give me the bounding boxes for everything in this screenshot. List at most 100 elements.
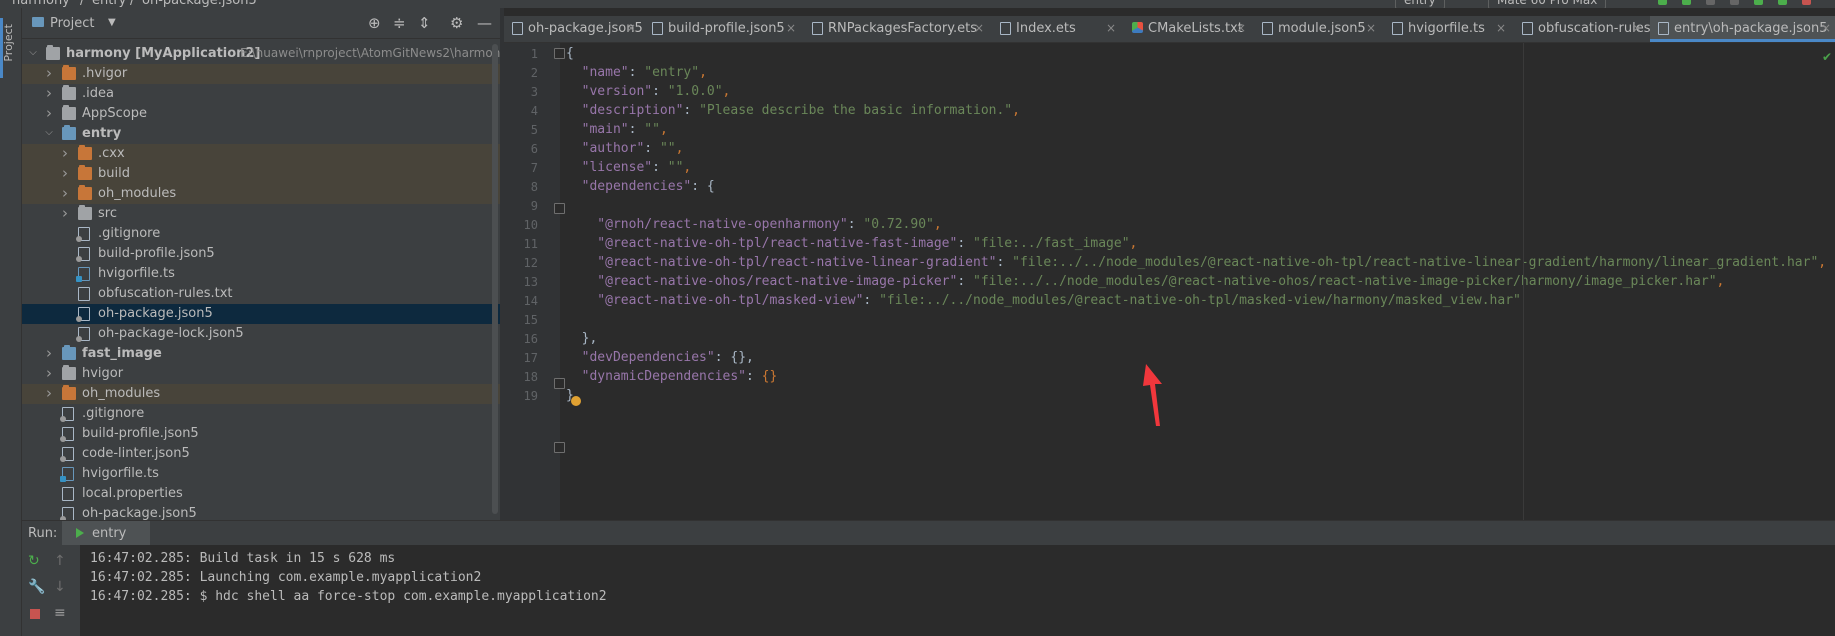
fold-marker-icon[interactable] (554, 203, 565, 214)
scroll-up-icon[interactable]: ↑ (54, 553, 66, 569)
target-icon[interactable]: ⊕ (368, 14, 381, 32)
close-tab-icon[interactable]: × (1632, 21, 1642, 35)
tree-item[interactable]: local.properties (22, 484, 500, 504)
editor-tab[interactable]: CMakeLists.txt × (1124, 16, 1250, 42)
line-number: 15 (523, 313, 538, 327)
tree-item[interactable]: › .idea (22, 84, 500, 104)
editor-tab[interactable]: entry\oh-package.json5 × (1650, 16, 1835, 42)
tree-item[interactable]: ⌵ harmony [MyApplication2] E:\huawei\rnpro… (22, 44, 500, 64)
editor-tab[interactable]: oh-package.json5 × (504, 16, 643, 42)
breadcrumb-file[interactable]: oh-package.json5 (142, 0, 257, 8)
code-token: "file:../../node_modules/@react-native-o… (973, 274, 1717, 289)
tree-item[interactable]: build-profile.json5 (22, 244, 500, 264)
stop-icon[interactable] (1802, 0, 1811, 5)
tree-item[interactable]: › .cxx (22, 144, 500, 164)
fold-marker-icon[interactable] (554, 378, 565, 389)
editor-tab[interactable]: Index.ets × (992, 16, 1120, 42)
tree-item[interactable]: .gitignore (22, 224, 500, 244)
collapse-all-icon[interactable]: ⇕ (418, 14, 431, 32)
chevron-right-icon[interactable]: › (60, 144, 70, 162)
chevron-right-icon[interactable]: › (44, 364, 54, 382)
close-tab-icon[interactable]: × (1496, 21, 1506, 35)
editor-tab[interactable]: hvigorfile.ts × (1384, 16, 1510, 42)
minimize-icon[interactable]: — (477, 14, 492, 32)
tree-item[interactable]: hvigorfile.ts (22, 464, 500, 484)
chevron-right-icon[interactable]: › (60, 164, 70, 182)
tree-item-label: obfuscation-rules.txt (98, 286, 233, 301)
tree-item[interactable]: › oh_modules (22, 184, 500, 204)
tree-item[interactable]: build-profile.json5 (22, 424, 500, 444)
fold-marker-icon[interactable] (554, 48, 565, 59)
tree-item[interactable]: oh-package.json5 (22, 304, 500, 324)
code-token: , (683, 160, 692, 175)
check-icon[interactable]: ✔ (1822, 50, 1832, 64)
editor-tab[interactable]: build-profile.json5 × (644, 16, 800, 42)
close-tab-icon[interactable]: × (1366, 21, 1376, 35)
expand-all-icon[interactable]: ≑ (393, 14, 406, 32)
breadcrumb-module[interactable]: entry (92, 0, 126, 8)
chevron-right-icon[interactable]: › (60, 184, 70, 202)
tree-item[interactable]: › hvigor (22, 364, 500, 384)
code-editor[interactable]: { "name": "entry", "version": "1.0.0", "… (560, 43, 1835, 520)
attach-icon[interactable] (1706, 0, 1715, 5)
rerun-icon[interactable]: ↻ (28, 553, 40, 569)
tree-item[interactable]: .gitignore (22, 404, 500, 424)
scroll-down-icon[interactable]: ↓ (54, 579, 66, 595)
code-token: "0.72.90" (863, 217, 934, 232)
code-token: : (628, 122, 645, 137)
chevron-right-icon[interactable]: › (44, 344, 54, 362)
code-line: "version": "1.0.0", (566, 84, 731, 99)
chevron-down-icon[interactable]: ⌵ (28, 47, 38, 58)
editor-tab[interactable]: RNPackagesFactory.ets × (804, 16, 988, 42)
close-tab-icon[interactable]: × (786, 21, 796, 35)
chevron-right-icon[interactable]: › (60, 204, 70, 222)
tree-item[interactable]: › fast_image (22, 344, 500, 364)
tree-item[interactable]: › build (22, 164, 500, 184)
tree-item[interactable]: › src (22, 204, 500, 224)
chevron-right-icon[interactable]: › (44, 64, 54, 82)
tree-item[interactable]: › .hvigor (22, 64, 500, 84)
soft-wrap-icon[interactable]: ≡ (54, 605, 66, 621)
close-tab-icon[interactable]: × (626, 21, 636, 35)
chevron-down-icon[interactable]: ▼ (108, 17, 116, 28)
excluded-folder-icon (78, 165, 92, 180)
breadcrumb-root[interactable]: harmony (12, 0, 70, 8)
tree-item[interactable]: obfuscation-rules.txt (22, 284, 500, 304)
close-tab-icon[interactable]: × (974, 21, 984, 35)
project-scrollbar[interactable] (492, 44, 498, 514)
module-select[interactable]: entry (1395, 0, 1445, 8)
project-panel-title[interactable]: Project (50, 16, 94, 31)
reload-icon[interactable] (1754, 0, 1763, 5)
tree-item[interactable]: › oh_modules (22, 384, 500, 404)
chevron-down-icon[interactable]: ⌵ (44, 127, 54, 138)
debug-icon[interactable] (1682, 0, 1691, 5)
close-tab-icon[interactable]: × (1106, 21, 1116, 35)
chevron-right-icon[interactable]: › (44, 384, 54, 402)
run-icon[interactable] (1658, 0, 1667, 5)
run-tab-entry[interactable]: entry (62, 521, 150, 547)
chevron-right-icon[interactable]: › (44, 84, 54, 102)
tree-item[interactable]: code-linter.json5 (22, 444, 500, 464)
run-console[interactable]: 16:47:02.285: Build task in 15 s 628 ms 1… (80, 545, 1835, 636)
project-tool-button[interactable]: Project (2, 24, 15, 62)
tree-item[interactable]: ⌵ entry (22, 124, 500, 144)
tree-item[interactable]: hvigorfile.ts (22, 264, 500, 284)
editor-tab[interactable]: module.json5 × (1254, 16, 1380, 42)
tree-item[interactable]: oh-package.json5 (22, 504, 500, 520)
line-number: 18 (523, 370, 538, 384)
lightbulb-icon[interactable] (571, 396, 581, 406)
fold-marker-icon[interactable] (554, 442, 565, 453)
apply-changes-icon[interactable] (1778, 0, 1787, 5)
wrench-icon[interactable]: 🔧 (28, 579, 45, 595)
close-tab-icon[interactable]: × (1821, 21, 1831, 35)
stop-icon[interactable] (30, 609, 40, 619)
editor-tab[interactable]: obfuscation-rules.txt × (1514, 16, 1673, 42)
chevron-right-icon[interactable]: › (44, 104, 54, 122)
close-tab-icon[interactable]: × (1236, 21, 1246, 35)
cmake-file-icon (1132, 22, 1143, 33)
gear-icon[interactable]: ⚙ (450, 14, 463, 32)
tree-item[interactable]: oh-package-lock.json5 (22, 324, 500, 344)
profile-icon[interactable] (1730, 0, 1739, 5)
tree-item[interactable]: › AppScope (22, 104, 500, 124)
device-select[interactable]: Mate 60 Pro Max (1488, 0, 1607, 8)
